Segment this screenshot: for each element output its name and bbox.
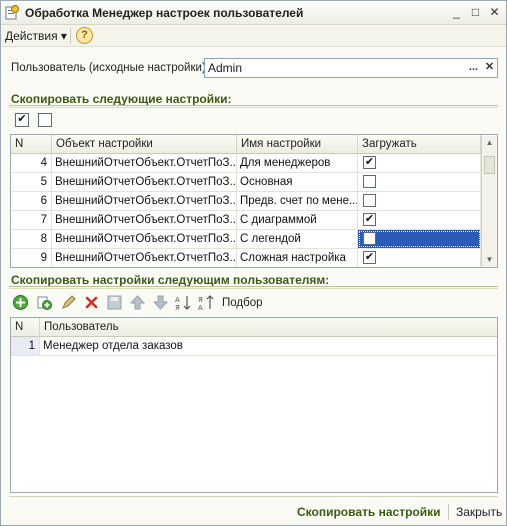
setting-object: ВнешнийОтчетОбъект.ОтчетПоЗ... bbox=[52, 192, 237, 210]
svg-text:Я: Я bbox=[198, 296, 203, 304]
section-divider bbox=[9, 105, 498, 108]
window-title: Обработка Менеджер настроек пользователе… bbox=[25, 6, 304, 20]
delete-icon[interactable] bbox=[83, 294, 100, 311]
table-row[interactable]: 8 ВнешнийОтчетОбъект.ОтчетПоЗ... С легендо… bbox=[11, 230, 481, 249]
row-number: 7 bbox=[11, 211, 52, 229]
svg-text:Я: Я bbox=[175, 304, 180, 311]
title-bar[interactable]: Обработка Менеджер настроек пользователе… bbox=[1, 1, 506, 25]
section-divider bbox=[9, 286, 498, 289]
settings-table: N Объект настройки Имя настройки Загружа… bbox=[10, 134, 498, 268]
settings-manager-window: Обработка Менеджер настроек пользователе… bbox=[0, 0, 507, 526]
footer-separator bbox=[448, 504, 449, 520]
copy-settings-section-title: Скопировать следующие настройки: bbox=[11, 92, 232, 106]
row-number: 6 bbox=[11, 192, 52, 210]
actions-label: Действия bbox=[5, 29, 58, 43]
load-checkbox[interactable]: ✔ bbox=[363, 156, 376, 169]
table-row[interactable]: 1 Менеджер отдела заказов bbox=[11, 337, 497, 356]
load-cell: ✔ bbox=[358, 211, 481, 229]
load-cell: ✔ bbox=[358, 249, 481, 267]
setting-object: ВнешнийОтчетОбъект.ОтчетПоЗ... bbox=[52, 230, 237, 248]
user-field-label: Пользователь (исходные настройки): bbox=[11, 62, 209, 74]
column-header-name[interactable]: Имя настройки bbox=[237, 135, 358, 154]
setting-name: С диаграммой bbox=[237, 211, 358, 229]
actions-menu[interactable]: Действия ▾ bbox=[5, 29, 67, 43]
sort-asc-icon[interactable]: A Я bbox=[175, 294, 192, 311]
load-checkbox[interactable] bbox=[363, 194, 376, 207]
row-number: 5 bbox=[11, 173, 52, 191]
scroll-up-arrow-icon[interactable]: ▲ bbox=[482, 136, 497, 150]
move-down-icon[interactable] bbox=[152, 294, 169, 311]
edit-icon[interactable] bbox=[60, 294, 77, 311]
table-row[interactable]: 5 ВнешнийОтчетОбъект.ОтчетПоЗ... Основная bbox=[11, 173, 481, 192]
setting-name: Сложная настройка bbox=[237, 249, 358, 267]
select-all-checkbox[interactable]: ✔ bbox=[15, 113, 29, 127]
scroll-thumb[interactable] bbox=[484, 156, 495, 174]
setting-object: ВнешнийОтчетОбъект.ОтчетПоЗ... bbox=[52, 249, 237, 267]
setting-object: ВнешнийОтчетОбъект.ОтчетПоЗ... bbox=[52, 173, 237, 191]
command-bar: Действия ▾ ? bbox=[1, 25, 506, 47]
setting-object: ВнешнийОтчетОбъект.ОтчетПоЗ... bbox=[52, 211, 237, 229]
load-checkbox[interactable]: ✔ bbox=[363, 213, 376, 226]
user-value: Admin bbox=[208, 61, 243, 75]
row-number: 8 bbox=[11, 230, 52, 248]
column-header-n[interactable]: N bbox=[11, 318, 40, 337]
chevron-down-icon: ▾ bbox=[60, 29, 67, 43]
copy-users-section-title: Скопировать настройки следующим пользова… bbox=[11, 273, 330, 287]
settings-scrollbar[interactable]: ▲ ▼ bbox=[481, 136, 497, 267]
close-window-button[interactable]: ✕ bbox=[486, 4, 503, 21]
setting-name: С легендой bbox=[237, 230, 358, 248]
load-cell bbox=[358, 230, 481, 248]
maximize-button[interactable]: □ bbox=[467, 4, 484, 21]
load-cell: ✔ bbox=[358, 154, 481, 172]
app-icon bbox=[5, 5, 19, 20]
row-number: 4 bbox=[11, 154, 52, 172]
clear-user-button[interactable]: ✕ bbox=[482, 60, 497, 76]
svg-text:A: A bbox=[175, 296, 180, 304]
setting-name: Для менеджеров bbox=[237, 154, 358, 172]
column-header-n[interactable]: N bbox=[11, 135, 52, 154]
svg-text:A: A bbox=[198, 304, 203, 311]
row-number: 9 bbox=[11, 249, 52, 267]
load-checkbox[interactable] bbox=[363, 232, 376, 245]
sort-desc-icon[interactable]: Я A bbox=[198, 294, 215, 311]
row-number: 1 bbox=[11, 337, 40, 355]
user-name: Менеджер отдела заказов bbox=[43, 340, 183, 352]
copy-icon[interactable] bbox=[36, 294, 53, 311]
add-icon[interactable] bbox=[12, 294, 29, 311]
load-checkbox[interactable] bbox=[363, 175, 376, 188]
copy-settings-button[interactable]: Скопировать настройки bbox=[297, 505, 441, 519]
setting-name: Основная bbox=[237, 173, 358, 191]
table-row[interactable]: 7 ВнешнийОтчетОбъект.ОтчетПоЗ... С диаграм… bbox=[11, 211, 481, 230]
table-row[interactable]: 6 ВнешнийОтчетОбъект.ОтчетПоЗ... Предв. сч… bbox=[11, 192, 481, 211]
select-user-button[interactable]: ... bbox=[466, 60, 481, 76]
footer-divider bbox=[9, 496, 498, 497]
setting-name: Предв. счет по мене... bbox=[237, 192, 358, 210]
setting-object: ВнешнийОтчетОбъект.ОтчетПоЗ... bbox=[52, 154, 237, 172]
scroll-down-arrow-icon[interactable]: ▼ bbox=[482, 253, 497, 267]
column-header-user[interactable]: Пользователь bbox=[40, 318, 497, 337]
move-up-icon[interactable] bbox=[129, 294, 146, 311]
table-row[interactable]: 4 ВнешнийОтчетОбъект.ОтчетПоЗ... Для менед… bbox=[11, 154, 481, 173]
podbor-button[interactable]: Подбор bbox=[222, 297, 263, 309]
user-field[interactable]: Admin ... ✕ bbox=[204, 58, 498, 78]
load-checkbox[interactable]: ✔ bbox=[363, 251, 376, 264]
users-table: N Пользователь 1 Менеджер отдела заказов bbox=[10, 317, 498, 493]
load-cell bbox=[358, 192, 481, 210]
help-button[interactable]: ? bbox=[76, 27, 93, 44]
column-header-object[interactable]: Объект настройки bbox=[52, 135, 237, 154]
close-button[interactable]: Закрыть bbox=[456, 505, 502, 519]
table-row[interactable]: 9 ВнешнийОтчетОбъект.ОтчетПоЗ... Сложная н… bbox=[11, 249, 481, 267]
toolbar-separator bbox=[70, 28, 71, 44]
save-icon[interactable] bbox=[106, 294, 123, 311]
column-header-load[interactable]: Загружать bbox=[358, 135, 481, 154]
load-cell bbox=[358, 173, 481, 191]
minimize-button[interactable]: _ bbox=[448, 4, 465, 21]
deselect-all-checkbox[interactable] bbox=[38, 113, 52, 127]
